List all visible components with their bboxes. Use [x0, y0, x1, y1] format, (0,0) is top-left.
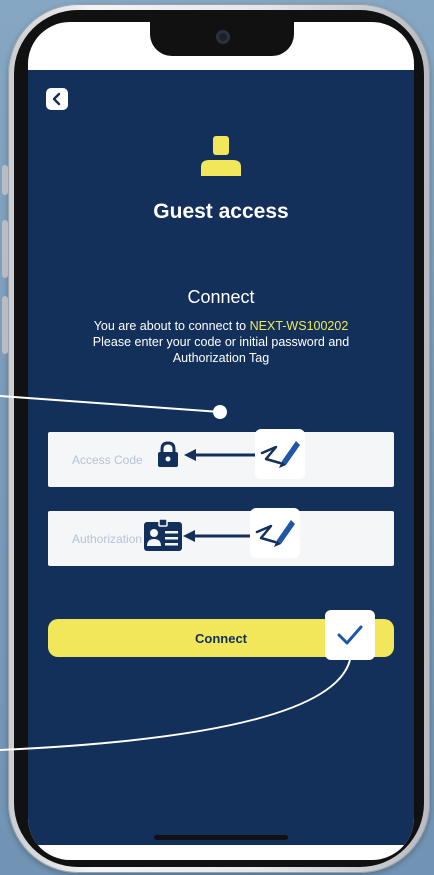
callout-dot — [213, 405, 227, 419]
id-card-icon — [144, 518, 182, 551]
checkmark-hint-tile — [325, 610, 375, 660]
lock-icon — [158, 441, 178, 467]
arrow-left-icon — [184, 449, 256, 461]
tutorial-callouts — [0, 395, 351, 751]
checkmark-icon — [337, 625, 363, 645]
arrow-left-icon — [183, 530, 255, 542]
signature-hint-tile — [250, 508, 300, 558]
signature-pen-icon — [260, 441, 300, 468]
signature-pen-icon — [255, 520, 295, 547]
callout-line-fields — [0, 395, 221, 413]
callout-line-connect — [0, 659, 351, 751]
signature-hint-tile — [255, 429, 305, 479]
